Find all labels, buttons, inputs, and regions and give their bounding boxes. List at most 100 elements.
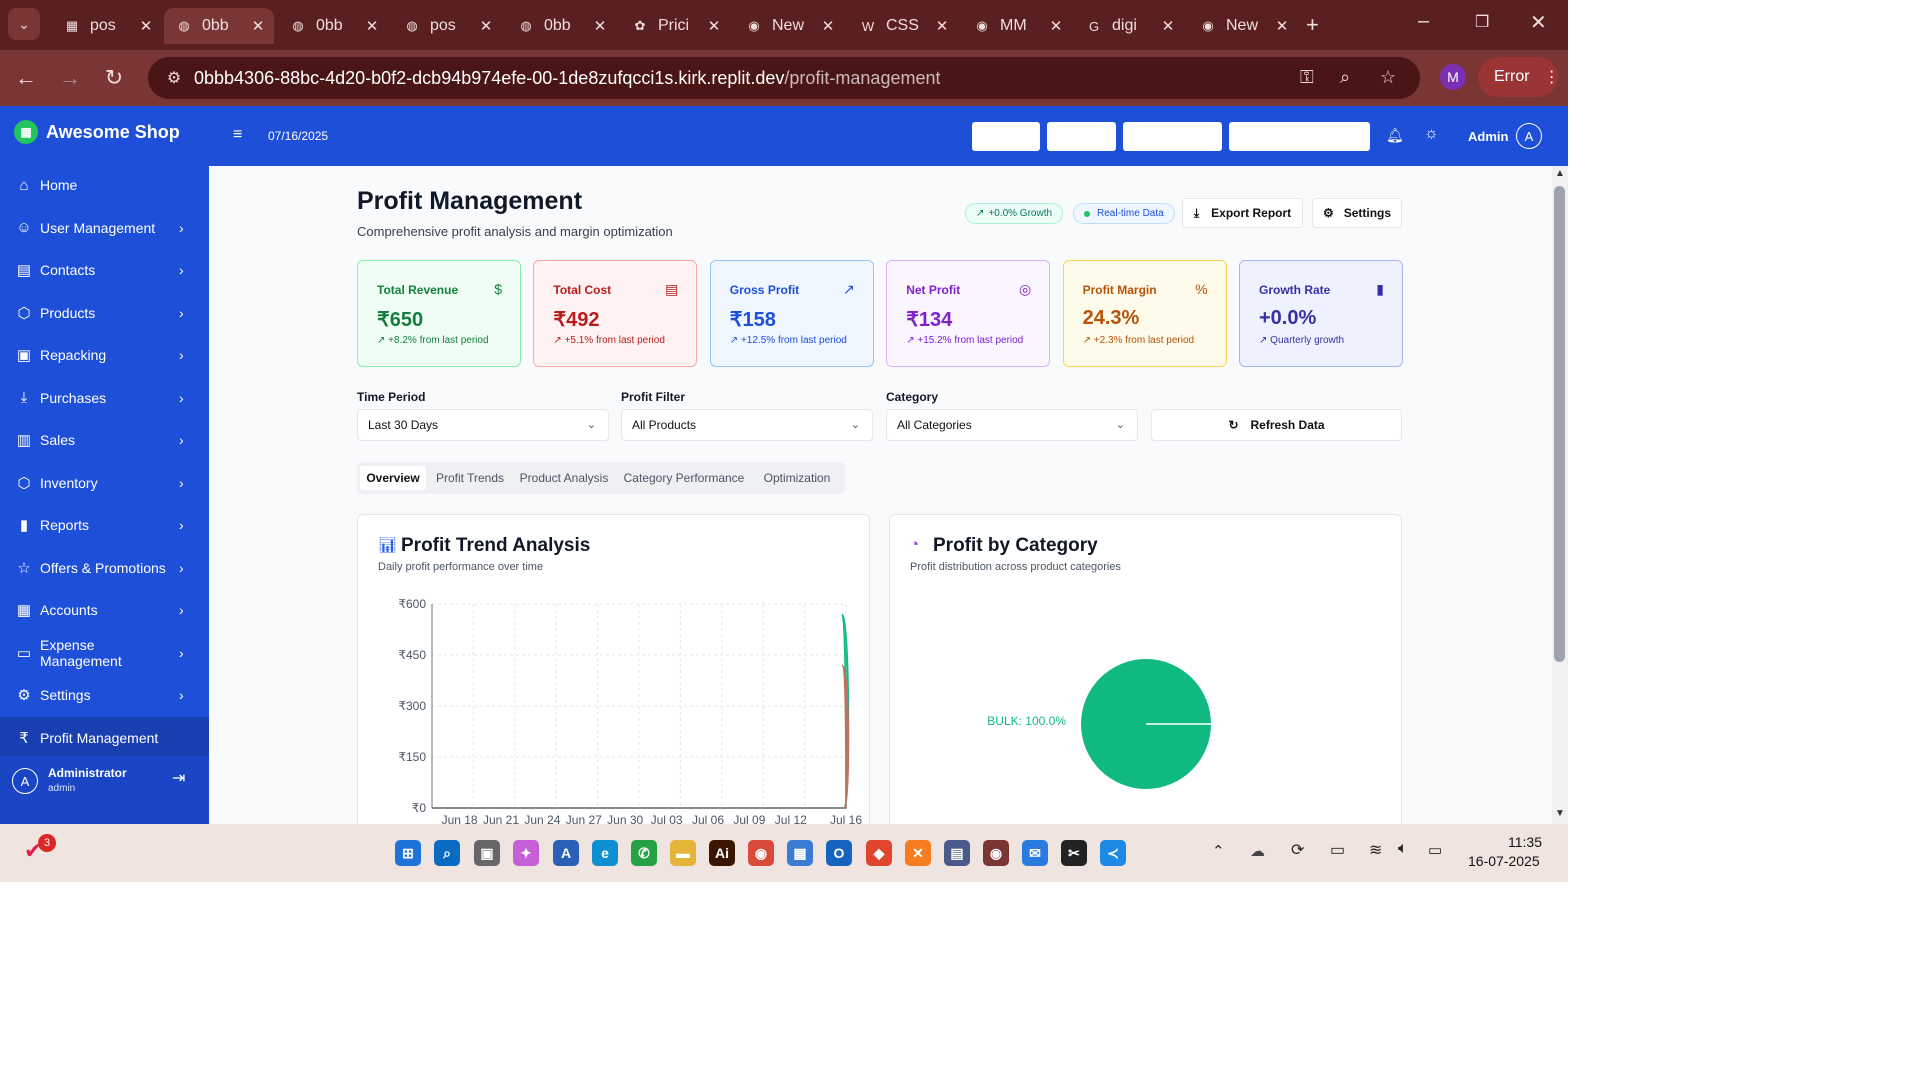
header-button-1[interactable] (972, 122, 1040, 151)
network-tool-icon[interactable]: ▤ (944, 840, 970, 866)
close-icon[interactable]: ✕ (932, 17, 952, 35)
close-icon[interactable]: ✕ (248, 17, 268, 35)
battery-icon[interactable]: ▭ (1428, 841, 1442, 859)
sidebar-item-accounts[interactable]: ▦ Accounts › (0, 589, 209, 631)
chrome-app-icon[interactable]: ◉ (748, 840, 774, 866)
browser-tab[interactable]: ◉ MM ✕ (962, 8, 1072, 44)
site-info-icon[interactable]: ⚙ (154, 68, 194, 88)
header-user-name[interactable]: Admin (1468, 129, 1508, 144)
onedrive-icon[interactable]: ☁ (1250, 842, 1265, 860)
whatsapp-icon[interactable]: ✆ (631, 840, 657, 866)
browser-tab[interactable]: ◍ 0bb ✕ (278, 8, 388, 44)
tray-chevron-icon[interactable]: ⌃ (1212, 842, 1225, 860)
sidebar-item-inventory[interactable]: ⬡ Inventory › (0, 462, 209, 504)
minimize-button[interactable]: – (1418, 10, 1429, 33)
logout-icon[interactable]: ⇥ (172, 768, 185, 788)
forward-button[interactable]: → (54, 62, 86, 94)
close-icon[interactable]: ✕ (1158, 17, 1178, 35)
app-store-icon[interactable]: A (553, 840, 579, 866)
chrome-profile-icon[interactable]: ◉ (983, 840, 1009, 866)
tab-overview[interactable]: Overview (360, 466, 426, 490)
chat-app-icon[interactable]: ✉ (1022, 840, 1048, 866)
microsoft-store-icon[interactable]: ▦ (787, 840, 813, 866)
vscode-icon[interactable]: ≺ (1100, 840, 1126, 866)
windows-start-icon[interactable]: ⊞ (395, 840, 421, 866)
reload-button[interactable]: ↻ (98, 62, 130, 94)
menu-dots-icon[interactable]: ⋮ (1544, 67, 1560, 87)
tab-optimization[interactable]: Optimization (755, 466, 839, 490)
browser-tab[interactable]: ◍ 0bb ✕ (164, 8, 274, 44)
xampp-icon[interactable]: ✕ (905, 840, 931, 866)
browser-tab[interactable]: Gdigi ✕ (1074, 8, 1184, 44)
close-window-button[interactable]: ✕ (1530, 10, 1547, 35)
zoom-icon[interactable]: ⌕ (1340, 67, 1350, 88)
volume-icon[interactable]: 🔈︎ (1398, 840, 1408, 858)
illustrator-icon[interactable]: Ai (709, 840, 735, 866)
copilot-icon[interactable]: ✦ (513, 840, 539, 866)
profit-filter-select[interactable]: All Products ⌄ (621, 409, 873, 441)
sidebar-item-reports[interactable]: ▮ Reports › (0, 504, 209, 546)
browser-tab[interactable]: W CSS ✕ (848, 8, 958, 44)
page-scrollbar[interactable]: ▲ ▼ (1552, 166, 1568, 824)
error-button[interactable]: Error ⋮ (1478, 57, 1560, 97)
edge-icon[interactable]: e (592, 840, 618, 866)
task-view-icon[interactable]: ▣ (474, 840, 500, 866)
settings-button[interactable]: ⚙ Settings (1312, 198, 1402, 228)
browser-tab[interactable]: ◉ New ✕ (734, 8, 844, 44)
wifi-icon[interactable]: ≋ (1369, 840, 1382, 860)
sidebar-item-settings[interactable]: ⚙ Settings › (0, 674, 209, 716)
header-button-2[interactable] (1047, 122, 1116, 151)
scroll-down-icon[interactable]: ▼ (1555, 808, 1565, 819)
scroll-up-icon[interactable]: ▲ (1555, 168, 1565, 179)
close-icon[interactable]: ✕ (476, 17, 496, 35)
sidebar-item-profit-management[interactable]: ₹ Profit Management (0, 716, 209, 759)
tab-profit-trends[interactable]: Profit Trends (429, 466, 511, 490)
close-icon[interactable]: ✕ (590, 17, 610, 35)
outlook-icon[interactable]: O (826, 840, 852, 866)
category-select[interactable]: All Categories ⌄ (886, 409, 1138, 441)
close-icon[interactable]: ✕ (1046, 17, 1066, 35)
tab-search-button[interactable]: ⌄ (8, 8, 40, 40)
bell-icon[interactable]: 🔔︎ (1386, 127, 1404, 144)
sidebar-item-repacking[interactable]: ▣ Repacking › (0, 334, 209, 376)
search-icon[interactable]: ⌕ (434, 840, 460, 866)
sidebar-item-user-management[interactable]: ☺ User Management › (0, 207, 209, 249)
close-icon[interactable]: ✕ (136, 17, 156, 35)
tab-product-analysis[interactable]: Product Analysis (515, 466, 613, 490)
clock-time[interactable]: 11:35 (1508, 834, 1542, 850)
sidebar-item-products[interactable]: ⬡ Products › (0, 292, 209, 334)
sidebar-item-expense-management[interactable]: ▭ Expense Management › (0, 632, 209, 674)
sidebar-item-purchases[interactable]: ⤓ Purchases › (0, 377, 209, 419)
header-button-4[interactable] (1229, 122, 1370, 151)
close-icon[interactable]: ✕ (704, 17, 724, 35)
address-bar[interactable]: ⚙ 0bbb4306-88bc-4d20-b0f2-dcb94b974efe-0… (148, 57, 1420, 99)
profile-avatar[interactable]: M (1440, 64, 1466, 90)
maximize-button[interactable]: ❐ (1475, 12, 1489, 32)
menu-toggle-icon[interactable]: ≡ (233, 126, 242, 144)
browser-tab[interactable]: ◍ 0bb ✕ (506, 8, 616, 44)
sidebar-item-offers-promotions[interactable]: ☆ Offers & Promotions › (0, 547, 209, 589)
browser-tab[interactable]: ▦ pos ✕ (52, 8, 162, 44)
sidebar-item-home[interactable]: ⌂ Home (0, 164, 209, 206)
browser-tab[interactable]: ✿ Prici ✕ (620, 8, 730, 44)
file-explorer-icon[interactable]: ▬ (670, 840, 696, 866)
tab-category-performance[interactable]: Category Performance (617, 466, 751, 490)
git-icon[interactable]: ◆ (866, 840, 892, 866)
close-icon[interactable]: ✕ (818, 17, 838, 35)
back-button[interactable]: ← (10, 62, 42, 94)
sun-icon[interactable]: ☼ (1424, 125, 1439, 143)
clock-date[interactable]: 16-07-2025 (1468, 853, 1540, 869)
close-icon[interactable]: ✕ (362, 17, 382, 35)
capcut-icon[interactable]: ✂ (1061, 840, 1087, 866)
display-icon[interactable]: ▭ (1330, 840, 1345, 860)
browser-tab[interactable]: ◉ New ✕ (1188, 8, 1298, 44)
time-period-select[interactable]: Last 30 Days ⌄ (357, 409, 609, 441)
close-icon[interactable]: ✕ (1272, 17, 1292, 35)
browser-tab[interactable]: ◍ pos ✕ (392, 8, 502, 44)
brand[interactable]: ▦ Awesome Shop (14, 120, 180, 144)
scrollbar-thumb[interactable] (1554, 186, 1565, 662)
header-button-3[interactable] (1123, 122, 1222, 151)
sync-icon[interactable]: ⟳ (1291, 840, 1304, 860)
sidebar-item-contacts[interactable]: ▤ Contacts › (0, 249, 209, 291)
new-tab-button[interactable]: + (1306, 12, 1319, 38)
